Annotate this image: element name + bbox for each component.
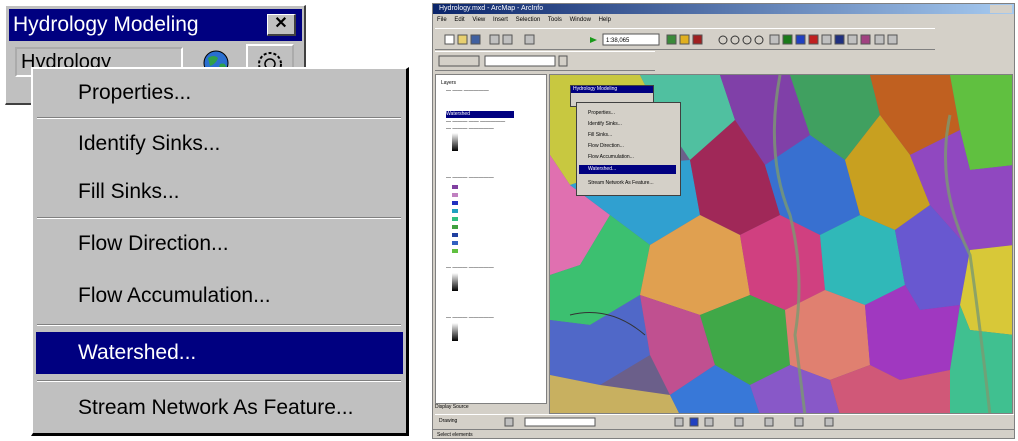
mini-menu-identify-sinks[interactable]: Identify Sinks... <box>579 120 676 129</box>
mini-hydrology-menu: Properties... Identify Sinks... Fill Sin… <box>576 102 681 196</box>
menu-view[interactable]: View <box>472 17 485 23</box>
menu-help[interactable]: Help <box>599 17 611 23</box>
mini-menu-flow-direction[interactable]: Flow Direction... <box>579 142 676 151</box>
toc-swatch <box>452 233 458 237</box>
toc-swatch <box>452 201 458 205</box>
menu-tools[interactable]: Tools <box>548 17 562 23</box>
toc-color-ramp <box>452 323 458 341</box>
menu-item-properties[interactable]: Properties... <box>36 72 403 114</box>
toc-swatch <box>452 193 458 197</box>
menu-item-watershed[interactable]: Watershed... <box>36 332 403 374</box>
toc-color-ramp <box>452 133 458 151</box>
menu-file[interactable]: File <box>437 17 447 23</box>
tab-source[interactable]: Source <box>453 404 469 410</box>
scale-box: 1:38,065 <box>606 38 630 44</box>
toc-layers[interactable]: Layers <box>441 80 456 87</box>
drawing-toolbar: Drawing <box>435 414 1014 429</box>
menu-item-flow-accumulation[interactable]: Flow Accumulation... <box>36 275 403 317</box>
status-bar: Select elements <box>433 429 1014 438</box>
toc-swatch <box>452 225 458 229</box>
hydrology-menu: Properties... Identify Sinks... Fill Sin… <box>31 67 409 436</box>
mini-menu-flow-accumulation[interactable]: Flow Accumulation... <box>579 153 676 162</box>
toc-row[interactable]: — —— ————— <box>446 88 489 95</box>
toc-color-ramp <box>452 273 458 291</box>
menu-item-flow-direction[interactable]: Flow Direction... <box>36 223 403 265</box>
toc-swatch <box>452 185 458 189</box>
status-text: Select elements <box>437 432 473 438</box>
mini-menu-stream-network[interactable]: Stream Network As Feature... <box>579 179 676 188</box>
toc-swatch <box>452 217 458 221</box>
toc-row[interactable]: — ——— —— ————— <box>446 119 505 126</box>
menu-item-stream-network[interactable]: Stream Network As Feature... <box>36 387 403 429</box>
menu-item-identify-sinks[interactable]: Identify Sinks... <box>36 123 403 165</box>
mini-menu-fill-sinks[interactable]: Fill Sinks... <box>579 131 676 140</box>
mini-menu-properties[interactable]: Properties... <box>579 109 676 118</box>
spatial-analyst-toolbar <box>435 51 655 71</box>
menu-window[interactable]: Window <box>570 17 591 23</box>
menu-separator <box>37 117 401 119</box>
menu-separator <box>37 217 401 219</box>
close-button[interactable]: ✕ <box>267 14 296 36</box>
menu-item-fill-sinks[interactable]: Fill Sinks... <box>36 171 403 213</box>
menu-selection[interactable]: Selection <box>516 17 541 23</box>
toc-row[interactable]: — ——— ————— <box>446 265 494 272</box>
toc-tabs: Display Source <box>435 404 547 414</box>
window-title: Hydrology.mxd - ArcMap - ArcInfo <box>439 5 544 12</box>
toolbar-title: Hydrology Modeling <box>13 13 199 36</box>
window-title-bar[interactable]: Hydrology.mxd - ArcMap - ArcInfo <box>433 4 1014 14</box>
menu-bar: File Edit View Insert Selection Tools Wi… <box>433 14 1014 26</box>
table-of-contents: Layers — —— ————— Watershed — ——— —— ———… <box>435 74 547 404</box>
toc-swatch <box>452 249 458 253</box>
standard-toolbar: 1:38,065 <box>435 28 935 50</box>
mini-toolbar-title[interactable]: Hydrology Modeling <box>571 86 653 93</box>
menu-edit[interactable]: Edit <box>454 17 464 23</box>
menu-separator <box>37 380 401 382</box>
menu-insert[interactable]: Insert <box>493 17 508 23</box>
toc-row[interactable]: — ——— ————— <box>446 126 494 133</box>
arcmap-window: Hydrology.mxd - ArcMap - ArcInfo File Ed… <box>432 3 1015 439</box>
mini-menu-watershed[interactable]: Watershed... <box>579 165 676 174</box>
toc-swatch <box>452 241 458 245</box>
toc-row[interactable]: — ——— ————— <box>446 175 494 182</box>
menu-separator <box>37 324 401 326</box>
tab-display[interactable]: Display <box>435 404 451 410</box>
toolbar-title-bar[interactable]: Hydrology Modeling ✕ <box>9 9 302 41</box>
toc-swatch <box>452 209 458 213</box>
toc-selected-layer[interactable]: Watershed <box>446 111 514 118</box>
toc-row[interactable]: — ——— ————— <box>446 315 494 322</box>
window-controls[interactable] <box>990 5 1012 13</box>
toolbar-buttons[interactable]: 1:38,065 <box>435 29 935 51</box>
